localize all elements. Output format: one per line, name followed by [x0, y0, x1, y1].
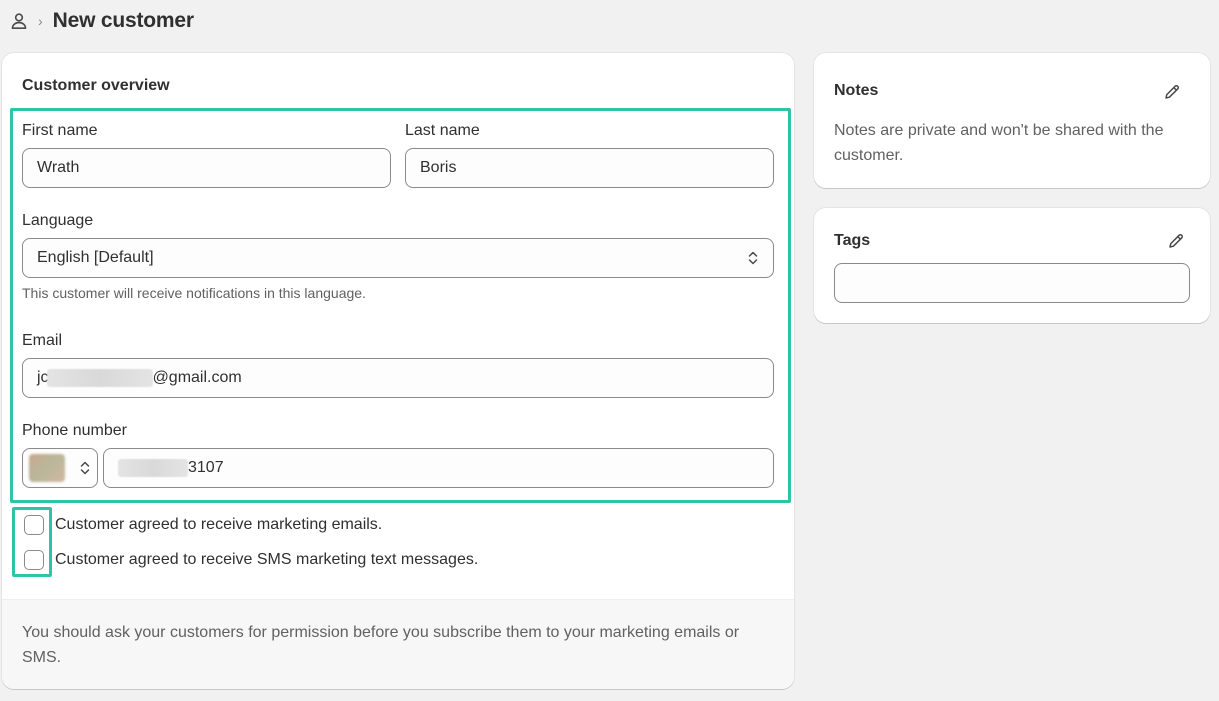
marketing-emails-checkbox[interactable] — [24, 515, 44, 535]
select-chevrons-icon — [748, 251, 758, 265]
select-chevrons-icon — [80, 461, 90, 475]
email-redacted-block — [46, 369, 153, 387]
notes-title: Notes — [834, 82, 879, 99]
phone-redacted-block — [118, 459, 188, 477]
language-value: English [Default] — [37, 249, 154, 266]
country-flag-icon — [29, 454, 65, 482]
first-name-label: First name — [22, 122, 98, 139]
email-input[interactable]: jc @gmail.com — [22, 358, 774, 398]
first-name-value: Wrath — [37, 159, 80, 176]
marketing-emails-label: Customer agreed to receive marketing ema… — [55, 516, 383, 533]
pencil-icon[interactable] — [1167, 232, 1185, 250]
email-label: Email — [22, 332, 63, 349]
tags-input[interactable] — [834, 263, 1190, 303]
last-name-label: Last name — [405, 122, 480, 139]
language-help-text: This customer will receive notifications… — [22, 285, 366, 301]
last-name-value: Boris — [420, 159, 457, 176]
phone-value-end: 3107 — [188, 459, 224, 476]
notes-card: Notes Notes are private and won't be sha… — [814, 53, 1210, 188]
language-label: Language — [22, 212, 94, 229]
notes-text: Notes are private and won't be shared wi… — [834, 122, 1164, 164]
phone-input[interactable]: 3107 — [103, 448, 774, 488]
consent-footer: You should ask your customers for permis… — [2, 599, 794, 689]
tags-card: Tags — [814, 208, 1210, 323]
breadcrumb: › New customer — [10, 6, 194, 36]
breadcrumb-chevron-icon: › — [38, 13, 43, 29]
person-icon[interactable] — [10, 12, 28, 30]
country-code-select[interactable] — [22, 448, 98, 488]
customer-overview-title: Customer overview — [22, 77, 170, 94]
tags-title: Tags — [834, 232, 871, 249]
page-title: New customer — [52, 9, 194, 32]
phone-label: Phone number — [22, 422, 127, 439]
language-select[interactable]: English [Default] — [22, 238, 774, 278]
sms-marketing-checkbox[interactable] — [24, 550, 44, 570]
email-value-end: @gmail.com — [152, 369, 242, 386]
last-name-input[interactable]: Boris — [405, 148, 774, 188]
customer-overview-card: Customer overview First name Wrath Last … — [2, 53, 794, 689]
consent-footer-text: You should ask your customers for permis… — [22, 624, 740, 666]
pencil-icon[interactable] — [1163, 83, 1181, 101]
first-name-input[interactable]: Wrath — [22, 148, 391, 188]
sms-marketing-label: Customer agreed to receive SMS marketing… — [55, 551, 479, 568]
